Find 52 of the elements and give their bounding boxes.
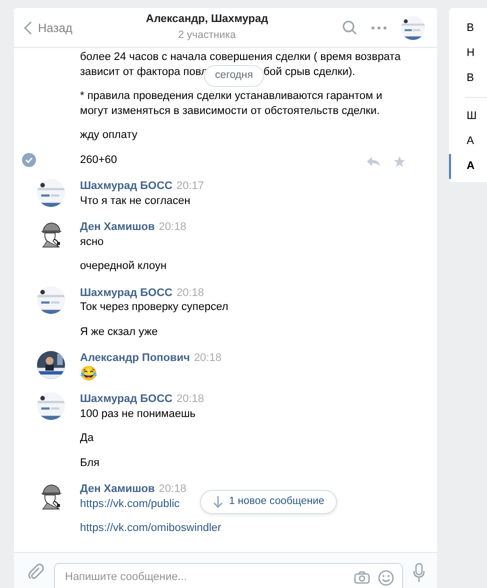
author-name[interactable]: Шахмурад БОСС bbox=[80, 180, 172, 192]
message-text: более 24 часов с начала совершения сделки ( время возврата bbox=[80, 50, 401, 64]
chat-title: Александр, Шахмурад bbox=[144, 12, 270, 28]
author-name[interactable]: Ден Хамишов bbox=[80, 221, 155, 233]
message-text: жду оплату bbox=[80, 128, 138, 142]
microphone-icon[interactable] bbox=[412, 563, 425, 583]
message-text: Ток через проверку суперсел bbox=[80, 300, 228, 314]
smiley-icon[interactable] bbox=[378, 570, 394, 586]
more-icon[interactable] bbox=[370, 26, 387, 30]
date-pill: сегодня bbox=[204, 65, 264, 87]
search-icon[interactable] bbox=[342, 20, 357, 35]
message-text: 100 раз не понимаешь bbox=[80, 406, 196, 421]
star-icon[interactable] bbox=[394, 156, 405, 167]
message-field[interactable]: Напишите сообщение... bbox=[54, 563, 403, 588]
selected-check-icon[interactable] bbox=[22, 153, 36, 167]
message-time: 20:18 bbox=[176, 286, 204, 298]
paperclip-icon[interactable] bbox=[28, 563, 44, 581]
message-time: 20:18 bbox=[158, 221, 186, 233]
message-text: бой срыв сделки). bbox=[263, 66, 356, 78]
message-text: очередной клоун bbox=[80, 259, 167, 274]
new-messages-button[interactable]: 1 новое сообщение bbox=[200, 490, 338, 514]
message-text: Да bbox=[80, 431, 94, 446]
participant-count: 2 участника bbox=[177, 28, 237, 43]
message-text: * правила проведения сделки устанавливаются гарантом и bbox=[80, 89, 382, 104]
menu-item[interactable]: А bbox=[448, 129, 487, 154]
message-time: 20:18 bbox=[194, 352, 222, 364]
message-time: 20:18 bbox=[176, 393, 204, 405]
camera-icon[interactable] bbox=[354, 571, 370, 584]
message-text: 260+60 bbox=[80, 152, 118, 167]
author-name[interactable]: Шахмурад БОСС bbox=[80, 393, 172, 405]
emoji: 😂 bbox=[80, 366, 97, 380]
message-link[interactable]: https://vk.com/omiboswindler bbox=[80, 521, 222, 536]
message-text: могут изменяться в зависимости от обстоятельств сделки. bbox=[80, 104, 380, 118]
arrow-down-icon bbox=[213, 496, 223, 508]
back-button[interactable]: Назад bbox=[24, 18, 72, 36]
author-name[interactable]: Ден Хамишов bbox=[80, 483, 155, 495]
author-name[interactable]: Шахмурад БОСС bbox=[80, 286, 172, 298]
reply-icon[interactable] bbox=[366, 156, 380, 167]
menu-item[interactable]: В bbox=[448, 16, 487, 41]
menu-item[interactable]: Н bbox=[448, 41, 487, 66]
chevron-left-icon bbox=[24, 20, 32, 34]
message-link[interactable]: https://vk.com/public bbox=[80, 496, 180, 511]
message-time: 20:17 bbox=[176, 180, 204, 192]
message-text: ясно bbox=[80, 234, 104, 249]
message-time: 20:18 bbox=[158, 483, 186, 495]
message-text: Я же скзал уже bbox=[80, 324, 158, 339]
message-text: Бля bbox=[80, 456, 100, 470]
menu-item[interactable]: Ш bbox=[448, 104, 487, 129]
message-text: Что я так не согласен bbox=[80, 194, 190, 208]
menu-item[interactable]: А bbox=[448, 154, 487, 179]
author-name[interactable]: Александр Попович bbox=[80, 352, 190, 364]
menu-item[interactable]: В bbox=[448, 66, 487, 91]
